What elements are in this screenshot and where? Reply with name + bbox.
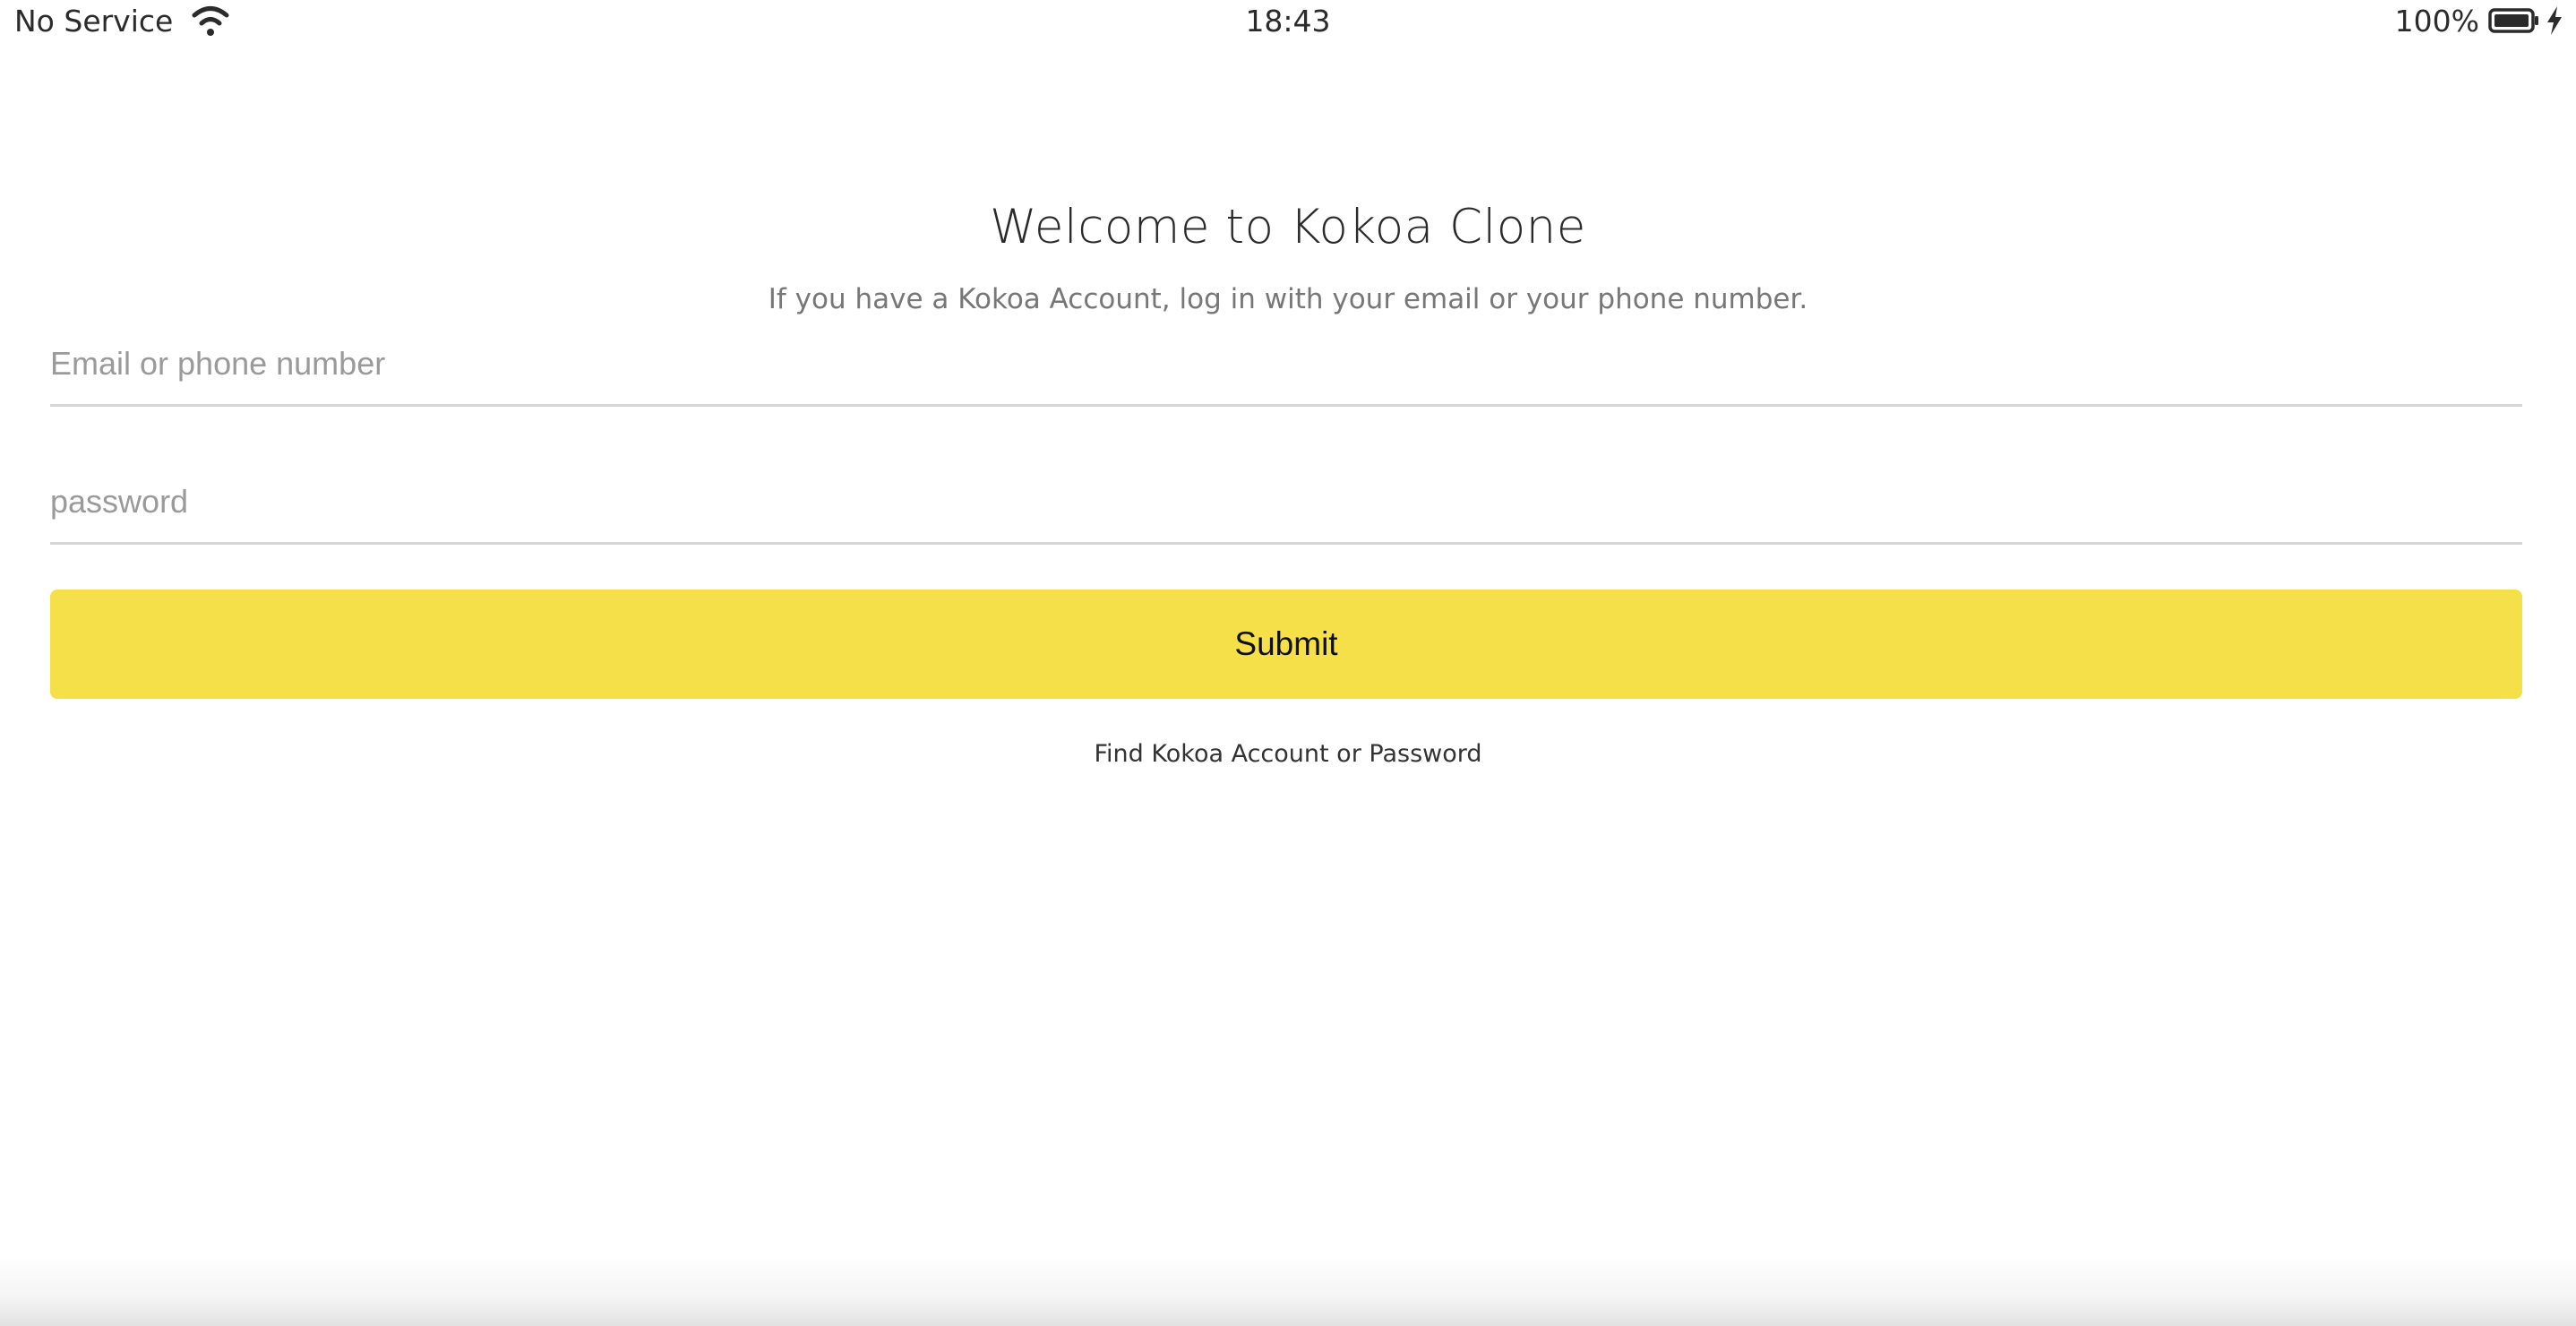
clock-time: 18:43 [1245,3,1331,39]
find-account-link[interactable]: Find Kokoa Account or Password [1094,740,1481,768]
charging-bolt-icon [2546,5,2563,36]
status-bar: No Service 18:43 100% [0,0,2576,41]
home-indicator-shade [0,1254,2576,1326]
email-field[interactable] [50,323,2522,407]
find-account-container: Find Kokoa Account or Password [0,736,2576,772]
battery-percent: 100% [2394,3,2479,39]
login-screen: No Service 18:43 100% Welcome to Kokoa C… [0,0,2576,1326]
status-bar-center: 18:43 [0,0,2576,41]
battery-full-icon [2488,7,2540,34]
status-bar-right: 100% [2395,0,2563,41]
welcome-title: Welcome to Kokoa Clone [990,200,1586,254]
password-field[interactable] [50,461,2522,545]
submit-button[interactable]: Submit [50,590,2522,699]
welcome-subtitle: If you have a Kokoa Account, log in with… [768,283,1808,315]
